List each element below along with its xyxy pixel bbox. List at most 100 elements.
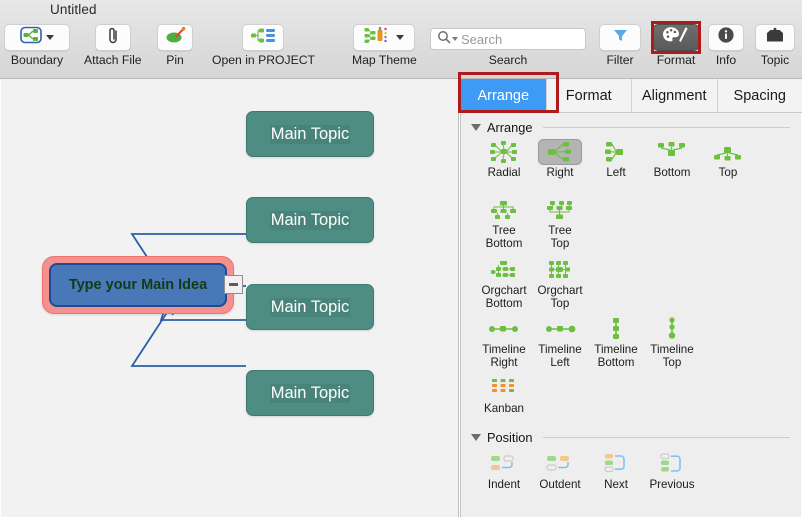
boundary-icon [20,26,42,49]
tab-arrange[interactable]: Arrange [461,79,547,112]
paperclip-icon [106,26,120,50]
search-icon [437,30,451,49]
toolbar-item-pin[interactable]: Pin [157,24,193,67]
arrange-option-orgchart-top[interactable]: Orgchart Top [529,257,591,310]
chevron-down-icon[interactable] [46,35,54,40]
toolbar-label-format: Format [656,53,696,67]
section-title-arrange: Arrange [487,119,533,135]
toolbar-label-topic: Topic [760,53,790,67]
toolbar: Untitled Boundary Attach File Pin Open i… [0,0,802,79]
toolbar-label-pin: Pin [166,53,184,67]
pin-icon [165,26,186,50]
tab-format[interactable]: Format [546,79,632,112]
document-title: Untitled [50,2,97,17]
search-chevron-down-icon[interactable] [452,37,458,41]
topic-node[interactable]: Main Topic [246,197,374,243]
toolbar-label-filter: Filter [606,53,634,67]
topic-node[interactable]: Main Topic [246,111,374,157]
arrange-option-label: Right [546,166,574,179]
arrange-option-left[interactable]: Left [585,139,647,180]
toolbar-item-filter[interactable]: Filter [599,24,641,67]
arrange-option-label: Kanban [484,402,524,415]
arrange-option-tree-bottom[interactable]: Tree Bottom [473,197,535,250]
toolbar-label-open-in-project: Open in PROJECT [212,53,315,67]
toolbar-label-boundary: Boundary [10,53,64,67]
arrange-option-orgchart-bottom[interactable]: Orgchart Bottom [473,257,535,310]
next-icon [594,451,638,477]
section-header-arrange[interactable]: Arrange [461,117,802,137]
collapse-toggle-button[interactable] [224,275,243,294]
central-node-selection-halo: Type your Main Idea [42,256,234,314]
toolbar-item-info[interactable]: Info [708,24,744,67]
tab-spacing[interactable]: Spacing [717,79,802,112]
map-theme-icon [364,26,392,50]
central-node[interactable]: Type your Main Idea [49,263,227,307]
inspector-tab-bar: Arrange Format Alignment Spacing [461,79,802,113]
tab-alignment[interactable]: Alignment [632,79,718,112]
arrange-option-label: Left [606,166,626,179]
arrange-option-bottom[interactable]: Bottom [641,139,703,180]
toolbar-item-open-in-project[interactable]: Open in PROJECT [212,24,315,67]
topic-node-label: Main Topic [269,297,351,317]
project-icon [250,26,276,50]
toolbar-item-boundary[interactable]: Boundary [4,24,70,67]
arrange-option-timeline-bottom[interactable]: Timeline Bottom [585,316,647,369]
position-option-next[interactable]: Next [585,451,647,492]
tab-format-label: Format [565,87,612,104]
previous-icon [650,451,694,477]
arrange-option-label: Orgchart Bottom [481,284,527,310]
section-divider [542,126,790,128]
arrange-option-label: Tree Bottom [485,224,523,250]
toolbar-item-format[interactable]: Format [653,24,699,67]
tree-top-icon [538,197,582,223]
topic-node-label: Main Topic [269,210,351,230]
format-inspector-panel: Arrange Format Alignment Spacing Arrange [460,79,802,517]
app-window: Untitled Boundary Attach File Pin Open i… [0,0,802,518]
toolbar-item-attach-file[interactable]: Attach File [84,24,142,67]
toolbar-item-topic[interactable]: Topic [755,24,795,67]
toolbar-label-attach-file: Attach File [84,53,142,67]
arrange-option-label: Top [718,166,738,179]
kanban-icon [482,375,526,401]
arrange-option-timeline-top[interactable]: Timeline Top [641,316,703,369]
section-header-position[interactable]: Position [461,427,802,447]
disclosure-triangle-icon[interactable] [471,123,481,131]
search-input[interactable]: Search [430,28,586,50]
topic-node[interactable]: Main Topic [246,284,374,330]
toolbar-label-map-theme: Map Theme [352,53,417,67]
arrange-option-timeline-right[interactable]: Timeline Right [473,316,535,369]
toolbar-label-search: Search [488,53,528,67]
arrange-option-top[interactable]: Top [697,139,759,180]
mindmap-canvas[interactable]: Main Topic Main Topic Main Topic Main To… [1,79,459,517]
central-node-label: Type your Main Idea [68,277,208,293]
disclosure-triangle-icon[interactable] [471,433,481,441]
position-option-previous[interactable]: Previous [641,451,703,492]
orgchart-bottom-icon [482,257,526,283]
timeline-right-icon [482,316,526,342]
arrange-option-right[interactable]: Right [529,139,591,180]
panel-scrollbar[interactable] [796,114,801,516]
position-option-outdent[interactable]: Outdent [529,451,591,492]
arrange-option-radial[interactable]: Radial [473,139,535,180]
info-circle-icon [717,26,735,49]
left-layout-icon [594,139,638,165]
topic-node[interactable]: Main Topic [246,370,374,416]
orgchart-top-icon [538,257,582,283]
position-option-label: Previous [649,478,695,491]
position-option-indent[interactable]: Indent [473,451,535,492]
toolbar-item-map-theme[interactable]: Map Theme [352,24,417,67]
arrange-option-label: Orgchart Top [537,284,583,310]
arrange-option-kanban[interactable]: Kanban [473,375,535,416]
arrange-option-label: Radial [487,166,521,179]
arrange-option-tree-top[interactable]: Tree Top [529,197,591,250]
chevron-down-icon[interactable] [396,35,405,40]
topic-node-label: Main Topic [269,383,351,403]
position-option-label: Outdent [539,478,581,491]
section-divider [542,436,790,438]
arrange-option-label: Timeline Top [650,343,694,369]
palette-brush-icon [662,26,690,49]
funnel-icon [612,27,629,49]
tab-alignment-label: Alignment [642,87,707,104]
arrange-option-timeline-left[interactable]: Timeline Left [529,316,591,369]
top-layout-icon [706,139,750,165]
